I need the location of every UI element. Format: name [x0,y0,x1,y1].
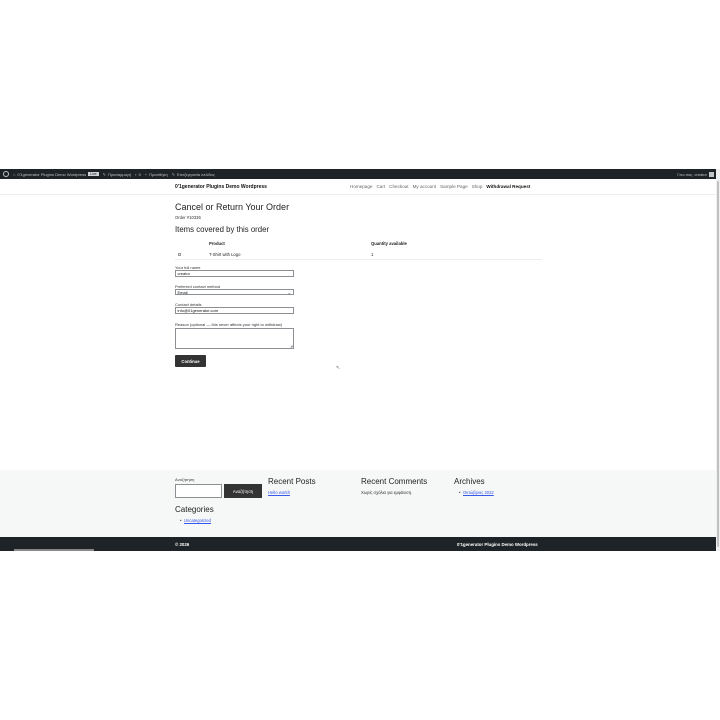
recent-post-link[interactable]: Hello world! [268,490,290,495]
home-icon: ⌂ [13,171,16,177]
admin-bar-account[interactable]: Γεια σας, creator [677,171,714,177]
item-checkbox[interactable] [178,253,181,256]
site-header: 0'1generator Plugins Demo Wordpress Home… [0,179,716,195]
items-section-title: Items covered by this order [175,225,270,234]
footer-site-name[interactable]: 0'1generator Plugins Demo Wordpress [457,542,538,547]
admin-bar-customize[interactable]: ✎ Προσαρμογή [103,172,132,177]
site-footer: © 2026 0'1generator Plugins Demo Wordpre… [0,537,716,551]
recent-posts-title: Recent Posts [268,477,316,486]
categories-title: Categories [175,505,214,514]
resize-handle-icon[interactable]: ◢ [290,344,292,348]
wordpress-logo-icon[interactable] [3,171,9,177]
admin-bar-comments[interactable]: ▪ 0 [135,172,141,177]
admin-bar-comments-count: 0 [138,171,141,177]
admin-bar-site[interactable]: ⌂ 0'1generator Plugins Demo Wordpress Li… [13,172,99,177]
column-header-quantity: Quantity available [371,241,407,246]
loading-bar [14,549,94,551]
mouse-cursor-icon: ↖ [336,365,341,371]
contact-method-select[interactable]: Email ⌄ [175,289,294,295]
nav-item-shop[interactable]: Shop [472,184,483,189]
category-link[interactable]: Uncategorized [184,518,211,523]
recent-comments-title: Recent Comments [361,477,428,486]
admin-bar: ⌂ 0'1generator Plugins Demo Wordpress Li… [0,169,716,179]
primary-nav: Homepage Cart Checkout My account Sample… [350,184,530,189]
comment-icon: ▪ [135,171,137,177]
live-badge: Live [88,172,99,176]
browser-viewport: ⌂ 0'1generator Plugins Demo Wordpress Li… [0,169,720,551]
bullet-icon: • [459,490,461,495]
table-header-row: Product Quantity available [175,239,542,248]
admin-bar-customize-label: Προσαρμογή [107,171,132,177]
contact-method-value: Email [177,290,188,295]
scrollbar-thumb[interactable] [717,181,719,547]
site-title[interactable]: 0'1generator Plugins Demo Wordpress [175,184,267,190]
column-header-product: Product [209,241,225,246]
reason-label: Reason (optional — this never affects yo… [175,322,283,327]
admin-bar-site-name: 0'1generator Plugins Demo Wordpress [17,171,87,177]
nav-item-sample-page[interactable]: Sample Page [440,184,468,189]
chevron-down-icon: ⌄ [287,290,291,295]
order-number: Order #10336 [175,215,201,220]
admin-bar-new[interactable]: + Προσθήκη [145,172,168,177]
search-input[interactable] [175,484,222,498]
nav-item-checkout[interactable]: Checkout [389,184,408,189]
items-table: Product Quantity available T-Shirt with … [175,239,542,260]
no-comments-text: Χωρίς σχόλια για εμφάνιση. [361,490,413,495]
search-button[interactable]: Αναζήτηση [224,484,262,498]
archives-title: Archives [454,477,485,486]
vertical-scrollbar[interactable] [716,169,720,551]
item-product-name: T-Shirt with Logo [209,252,241,257]
nav-item-cart[interactable]: Cart [376,184,385,189]
reason-textarea[interactable]: ◢ [175,328,294,349]
brush-icon: ✎ [102,171,106,177]
plus-icon: + [144,171,148,177]
search-label: Αναζήτηση [175,477,195,482]
avatar [709,171,714,177]
admin-bar-greeting: Γεια σας, creator [677,171,707,177]
bullet-icon: • [180,518,182,523]
copyright: © 2026 [175,542,190,547]
admin-bar-edit-page[interactable]: ✎ Επεξεργασία σελίδας [172,172,215,177]
nav-item-withdrawal-request[interactable]: Withdrawal Request [486,184,530,189]
archive-link[interactable]: Οκτώβριος 2022 [463,490,494,495]
nav-item-my-account[interactable]: My account [413,184,437,189]
admin-bar-new-label: Προσθήκη [149,171,168,177]
continue-button[interactable]: Continue [175,355,206,367]
full-name-input[interactable]: creator [175,270,294,277]
table-row: T-Shirt with Logo 1 [175,248,542,260]
page-title: Cancel or Return Your Order [175,202,290,212]
contact-details-input[interactable]: info@01generator.com [175,307,294,314]
pencil-icon: ✎ [171,171,176,177]
admin-bar-edit-label: Επεξεργασία σελίδας [177,171,215,177]
footer-widgets: Αναζήτηση Αναζήτηση Recent Posts Hello w… [0,470,716,537]
nav-item-homepage[interactable]: Homepage [350,184,372,189]
item-quantity: 1 [371,252,374,257]
